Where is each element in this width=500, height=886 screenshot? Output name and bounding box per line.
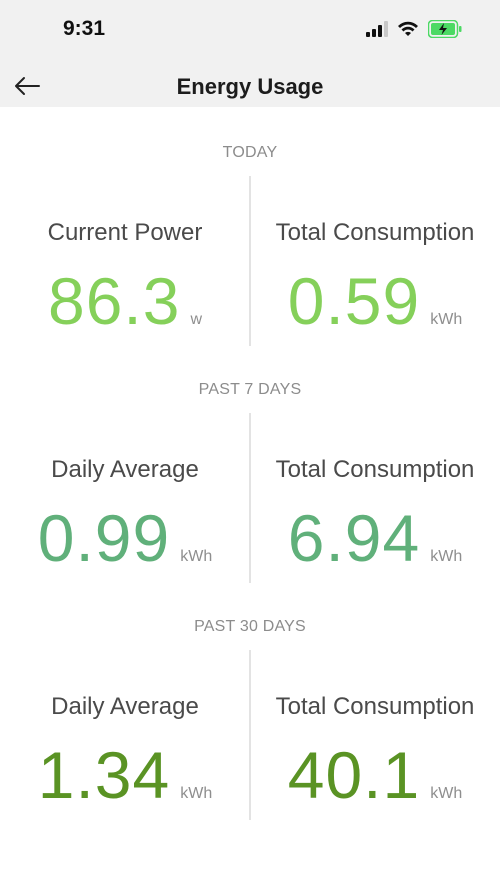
metric-label: Total Consumption (275, 456, 475, 483)
metric-unit: kWh (430, 311, 463, 328)
top-bar: 9:31 Energy Usage (0, 0, 500, 107)
metric-value: 1.34 kWh (0, 742, 250, 808)
metric-value: 86.3 w (0, 268, 250, 334)
metric-unit: kWh (180, 548, 213, 565)
metric-unit: kWh (430, 548, 463, 565)
metric-label: Total Consumption (275, 693, 475, 720)
section-label: PAST 7 DAYS (198, 381, 302, 398)
metric-label: Daily Average (51, 456, 199, 483)
metric-value: 0.99 kWh (0, 505, 250, 571)
wifi-icon (397, 21, 419, 42)
metric-label: Daily Average (51, 693, 199, 720)
cellular-signal-icon (366, 21, 388, 42)
metric-label: Current Power (47, 219, 203, 246)
metric-number: 40.1 (287, 738, 421, 812)
metric-unit: w (190, 311, 203, 328)
status-icons (366, 19, 462, 43)
metric-value: 40.1 kWh (250, 742, 500, 808)
metric-number: 0.59 (287, 264, 421, 338)
metric-number: 6.94 (287, 501, 421, 575)
battery-charging-icon (427, 19, 462, 43)
metric-unit: kWh (180, 785, 213, 802)
section-label: TODAY (222, 144, 278, 161)
metric-value: 0.59 kWh (250, 268, 500, 334)
metric-label: Total Consumption (275, 219, 475, 246)
metric-value: 6.94 kWh (250, 505, 500, 571)
page-title: Energy Usage (176, 74, 324, 99)
section-label: PAST 30 DAYS (194, 618, 306, 635)
status-time: 9:31 (63, 17, 106, 40)
metric-number: 1.34 (37, 738, 171, 812)
metric-number: 0.99 (37, 501, 171, 575)
metric-unit: kWh (430, 785, 463, 802)
metric-number: 86.3 (47, 264, 181, 338)
